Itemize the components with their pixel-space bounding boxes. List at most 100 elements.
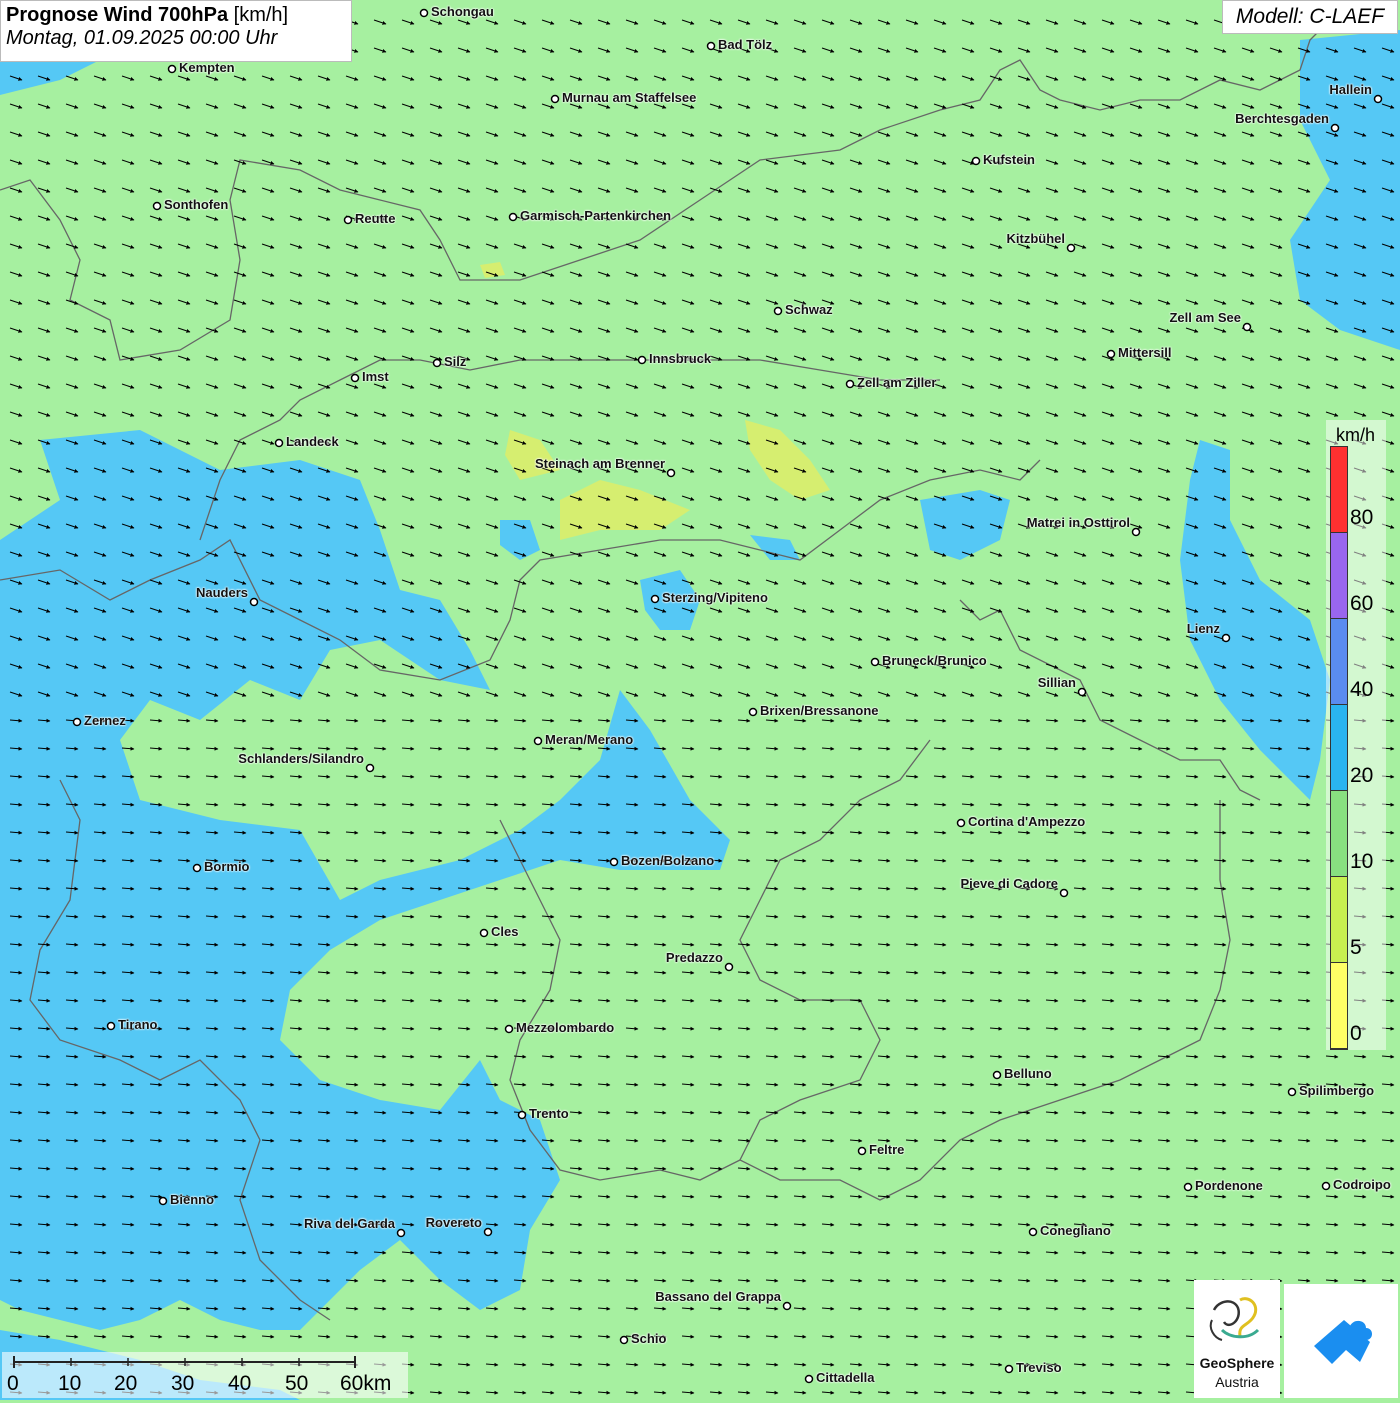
city-label: Cortina d'Ampezzo (968, 814, 1086, 829)
city-dot (483, 1227, 493, 1237)
scale-label: 30 (171, 1372, 195, 1395)
city-dot (870, 657, 880, 667)
city-dot (650, 594, 660, 604)
city-label: Bormio (204, 859, 250, 874)
city-dot (1321, 1181, 1331, 1191)
city-dot (106, 1021, 116, 1031)
city-label: Berchtesgaden (1235, 111, 1329, 126)
city-dot (706, 41, 716, 51)
city-dot (504, 1024, 514, 1034)
city-label: Kempten (179, 60, 235, 75)
city-label: Sterzing/Vipiteno (662, 590, 768, 605)
legend-segment (1331, 619, 1347, 705)
city-dot (274, 438, 284, 448)
city-label: Belluno (1004, 1066, 1052, 1081)
city-dot (609, 857, 619, 867)
city-label: Riva del Garda (303, 1216, 395, 1231)
city-dot (72, 717, 82, 727)
city-dot (992, 1070, 1002, 1080)
city-dot (343, 215, 353, 225)
city-label: Cles (491, 924, 519, 939)
map-title-unit: [km/h] (233, 4, 289, 26)
city-label: Matrei in Osttirol (1026, 515, 1130, 530)
city-dot (152, 201, 162, 211)
city-label: Schongau (431, 4, 494, 19)
legend-segment (1331, 447, 1347, 533)
city-dot (432, 358, 442, 368)
city-label: Schwaz (785, 302, 833, 317)
mountain-cloud-icon (1314, 1320, 1372, 1364)
legend-tick-label: 20 (1350, 764, 1374, 787)
city-label: Garmisch-Partenkirchen (520, 208, 672, 223)
city-label: Lienz (1186, 621, 1220, 636)
city-label: Bassano del Grappa (655, 1289, 781, 1304)
city-dot (249, 597, 259, 607)
geosphere-emblem-icon (1209, 1297, 1260, 1341)
city-label: Silz (444, 354, 467, 369)
city-label: Mittersill (1118, 345, 1172, 360)
legend-tick-label: 80 (1350, 506, 1374, 529)
city-label: Murnau am Staffelsee (562, 90, 697, 105)
city-label: Bruneck/Brunico (882, 653, 987, 668)
city-dot (396, 1228, 406, 1238)
scale-label: 0 (7, 1372, 19, 1395)
city-label: Spilimbergo (1299, 1083, 1375, 1098)
geosphere-logo-line2: Austria (1215, 1374, 1259, 1390)
city-label: Pieve di Cadore (960, 876, 1058, 891)
city-dot (192, 863, 202, 873)
city-label: Cittadella (816, 1370, 875, 1385)
legend-segment (1331, 705, 1347, 791)
city-dot (350, 373, 360, 383)
city-dot (517, 1110, 527, 1120)
forecast-date: Montag, 01.09.2025 00:00 Uhr (6, 27, 278, 49)
scale-label: 40 (228, 1372, 252, 1395)
city-label: Sonthofen (164, 197, 229, 212)
city-label: Predazzo (665, 950, 723, 965)
city-label: Conegliano (1040, 1223, 1111, 1238)
city-dot (666, 468, 676, 478)
legend-segment (1331, 877, 1347, 963)
city-dot (1028, 1227, 1038, 1237)
weather-app-logo[interactable] (1284, 1284, 1398, 1398)
legend-unit: km/h (1336, 425, 1376, 445)
city-dot (550, 94, 560, 104)
legend-tick-label: 60 (1350, 592, 1374, 615)
city-dot (1330, 123, 1340, 133)
city-dot (1004, 1364, 1014, 1374)
city-label: Schlanders/Silandro (238, 751, 364, 766)
city-label: Meran/Merano (545, 732, 634, 747)
city-dot (1066, 243, 1076, 253)
city-dot (1221, 633, 1231, 643)
scale-label: 60km (340, 1372, 392, 1395)
city-dot (1059, 888, 1069, 898)
city-label: Schio (631, 1331, 667, 1346)
city-label: Zell am Ziller (857, 375, 937, 390)
city-label: Mezzolombardo (516, 1020, 615, 1035)
city-dot (167, 64, 177, 74)
city-dot (479, 928, 489, 938)
city-label: Tirano (118, 1017, 158, 1032)
city-label: Feltre (869, 1142, 905, 1157)
city-dot (637, 355, 647, 365)
city-label: Landeck (286, 434, 339, 449)
city-dot (971, 156, 981, 166)
city-label: Imst (362, 369, 389, 384)
city-label: Bad Tölz (718, 37, 773, 52)
city-dot (1287, 1087, 1297, 1097)
city-label: Pordenone (1195, 1178, 1263, 1193)
geosphere-logo-line1: GeoSphere (1199, 1355, 1275, 1371)
city-dot (1242, 322, 1252, 332)
city-label: Trento (529, 1106, 569, 1121)
city-dot (1131, 527, 1141, 537)
city-label: Zernez (84, 713, 126, 728)
city-dot (845, 379, 855, 389)
city-dot (1373, 94, 1383, 104)
city-dot (365, 763, 375, 773)
scale-label: 20 (114, 1372, 138, 1395)
model-label: Modell: C-LAEF (1222, 0, 1398, 34)
legend-tick-label: 10 (1350, 850, 1374, 873)
city-label: Steinach am Brenner (534, 456, 665, 471)
legend-segment (1331, 963, 1347, 1049)
city-label: Bienno (170, 1192, 215, 1207)
city-dot (508, 212, 518, 222)
